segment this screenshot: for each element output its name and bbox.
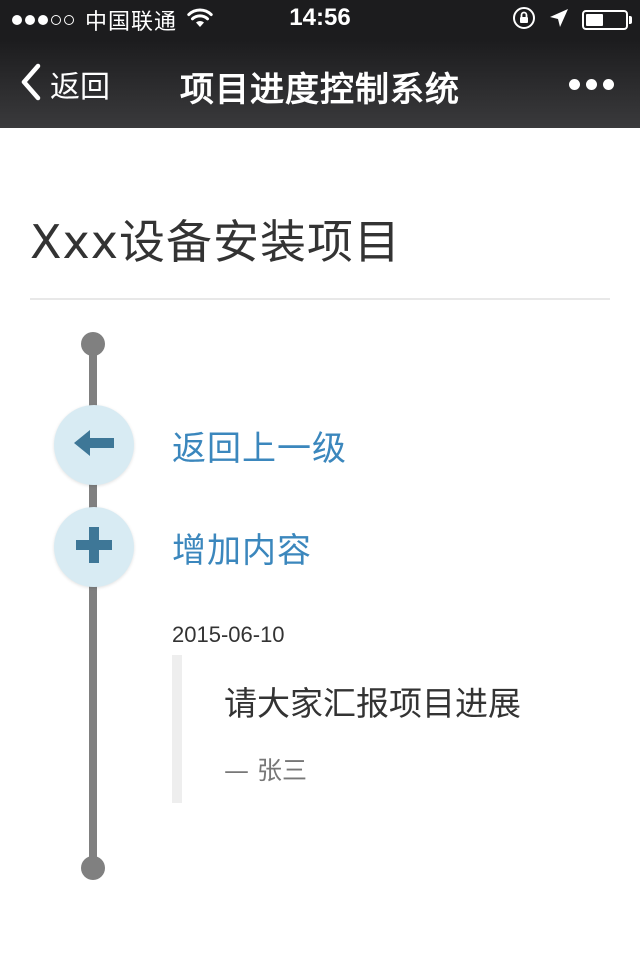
more-dot: [603, 78, 614, 90]
status-bar: 中国联通 14:56: [0, 0, 640, 40]
battery-level: [586, 14, 604, 26]
timeline-start-dot: [81, 332, 105, 356]
post-date: 2015-06-10: [172, 622, 285, 647]
post-quote: 请大家汇报项目进展 — 张三: [172, 655, 592, 803]
back-to-parent-button[interactable]: [54, 405, 134, 485]
post-text: 请大家汇报项目进展: [224, 684, 521, 723]
plus-icon: [74, 525, 114, 569]
orientation-lock-icon: [512, 6, 536, 34]
status-bar-right: [500, 6, 632, 34]
back-to-parent-link[interactable]: 返回上一级: [172, 421, 347, 470]
post-author: — 张三: [224, 756, 307, 785]
add-content-link[interactable]: 增加内容: [172, 523, 312, 572]
battery-icon: [582, 10, 632, 30]
more-dot: [569, 78, 580, 90]
page-title: 项目进度控制系统: [180, 70, 460, 110]
add-content-button[interactable]: [54, 507, 134, 587]
location-arrow-icon: [548, 7, 570, 33]
more-dot: [586, 78, 597, 90]
divider: [30, 298, 610, 300]
arrow-left-icon: [72, 426, 116, 464]
timeline-end-dot: [81, 856, 105, 880]
navigation-bar: 返回 项目进度控制系统: [0, 40, 640, 128]
battery-tip: [629, 16, 632, 24]
more-icon: [563, 78, 614, 90]
more-button[interactable]: [563, 70, 614, 98]
project-title: Xxx设备安装项目: [30, 215, 401, 269]
